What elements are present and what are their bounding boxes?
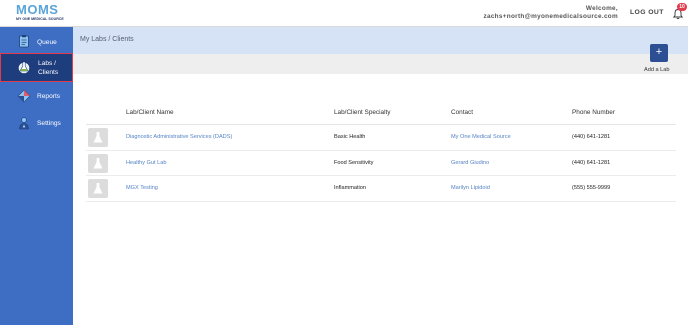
- sidebar: Queue Labs / Clients Reports Settings: [0, 27, 73, 325]
- top-bar: MOMS MY ONE MEDICAL SOURCE Welcome, zach…: [0, 0, 688, 27]
- column-header-name: Lab/Client Name: [126, 109, 174, 116]
- table-row[interactable]: Diagnostic Administrative Services (DADS…: [86, 125, 676, 151]
- user-email: zachs+north@myonemedicalsource.com: [483, 13, 618, 20]
- column-header-phone: Phone Number: [572, 109, 615, 116]
- add-lab-label: Add a Lab: [644, 67, 670, 73]
- sidebar-item-label: Queue: [37, 39, 57, 46]
- clipboard-icon: [19, 35, 29, 48]
- table-header: Lab/Client Name Lab/Client Specialty Con…: [86, 101, 676, 125]
- flask-icon: [93, 183, 103, 194]
- gear-person-icon: [19, 117, 29, 130]
- sidebar-item-label: Settings: [37, 120, 61, 127]
- sidebar-item-settings[interactable]: Settings: [0, 112, 73, 134]
- lab-thumbnail: [88, 179, 108, 198]
- lab-phone: (440) 641-1281: [572, 159, 611, 166]
- welcome-message: Welcome, zachs+north@myonemedicalsource.…: [483, 5, 618, 21]
- sidebar-item-label-line1: Labs /: [38, 60, 56, 67]
- notification-badge: 10: [677, 3, 687, 11]
- lab-specialty: Food Sensitivity: [334, 159, 374, 166]
- lab-contact-link[interactable]: Gerard Giudino: [451, 160, 489, 166]
- toolbar-strip: [73, 54, 688, 74]
- page-header: My Labs / Clients: [73, 27, 688, 54]
- flask-icon: [93, 157, 103, 168]
- lab-contact-link[interactable]: My One Medical Source: [451, 134, 511, 140]
- logo-text: MOMS: [16, 2, 59, 17]
- logo[interactable]: MOMS MY ONE MEDICAL SOURCE: [16, 2, 76, 24]
- lab-name-link[interactable]: Healthy Gut Lab: [126, 160, 166, 166]
- sidebar-item-queue[interactable]: Queue: [0, 30, 73, 52]
- sidebar-item-label-line2: Clients: [38, 69, 59, 76]
- lab-phone: (555) 555-9999: [572, 185, 611, 191]
- sidebar-item-reports[interactable]: Reports: [0, 85, 73, 107]
- table-row[interactable]: MGX Testing Inflammation Marilyn Lipidoi…: [86, 176, 676, 202]
- lab-specialty: Inflammation: [334, 185, 367, 191]
- column-header-contact: Contact: [451, 109, 474, 116]
- lab-phone: (440) 641-1281: [572, 134, 611, 140]
- lab-specialty: Basic Health: [334, 134, 366, 140]
- labs-table: Lab/Client Name Lab/Client Specialty Con…: [86, 101, 676, 202]
- add-lab-button[interactable]: +: [650, 44, 668, 62]
- diamond-chart-icon: [17, 89, 31, 103]
- logout-button[interactable]: LOG OUT: [630, 9, 664, 16]
- main-content: My Labs / Clients + Add a Lab Lab/Client…: [73, 27, 688, 325]
- flask-icon: [93, 132, 103, 143]
- lab-contact-link[interactable]: Marilyn Lipidoid: [451, 185, 490, 191]
- sidebar-item-labs-clients[interactable]: Labs / Clients: [0, 53, 73, 82]
- lab-thumbnail: [88, 128, 108, 147]
- table-row[interactable]: Healthy Gut Lab Food Sensitivity Gerard …: [86, 151, 676, 176]
- welcome-label: Welcome,: [585, 5, 618, 12]
- lab-name-link[interactable]: MGX Testing: [126, 185, 158, 191]
- lab-thumbnail: [88, 153, 108, 173]
- logo-subtext: MY ONE MEDICAL SOURCE: [16, 17, 64, 21]
- breadcrumb: My Labs / Clients: [80, 36, 134, 43]
- sidebar-item-label: Reports: [37, 93, 61, 100]
- column-header-specialty: Lab/Client Specialty: [334, 109, 391, 116]
- lab-name-link[interactable]: Diagnostic Administrative Services (DADS…: [126, 134, 232, 140]
- flask-icon: [18, 61, 30, 74]
